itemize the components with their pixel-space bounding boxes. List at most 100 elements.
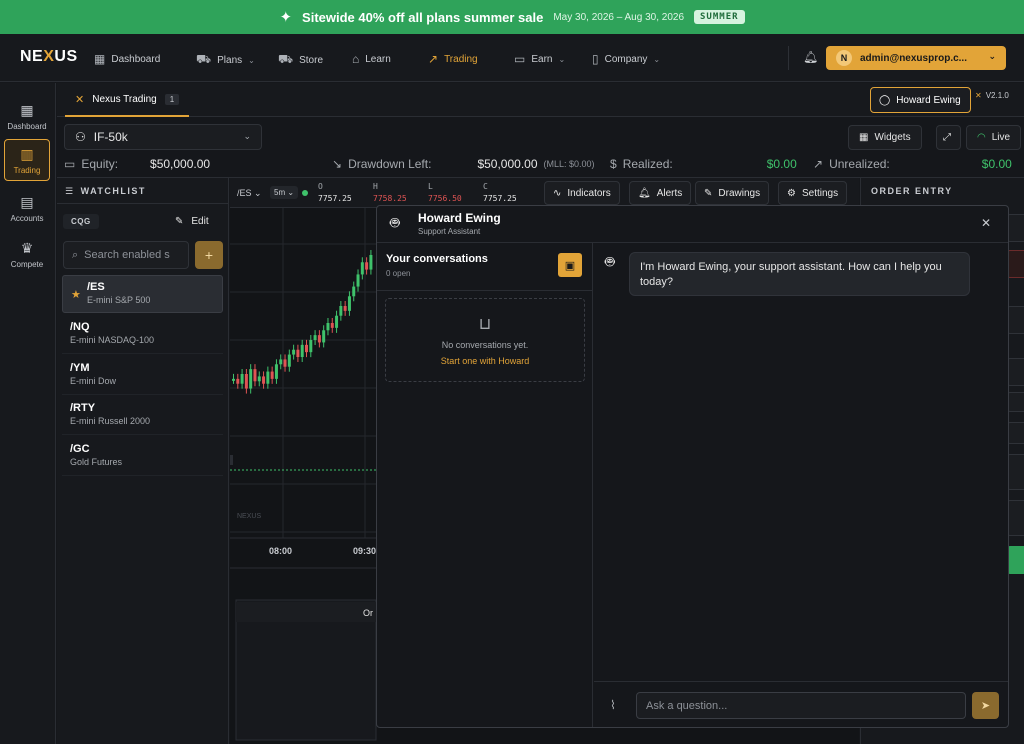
live-status-button[interactable]: ◠ Live (966, 125, 1022, 150)
candle (322, 330, 326, 343)
edit-watchlist-button[interactable]: ✎ Edit (175, 216, 209, 227)
wifi-icon: ◠ (977, 132, 986, 143)
graduation-cap-icon: ⌂ (352, 52, 360, 66)
send-button[interactable]: ➤ (972, 692, 999, 719)
watchlist-search[interactable]: ⌕ Search enabled s (63, 241, 189, 269)
bell-icon: 🔔︎ (638, 187, 651, 199)
candle (257, 376, 261, 382)
widgets-button[interactable]: ▦ Widgets (848, 125, 922, 150)
time-tick-0800: 08:00 (269, 546, 292, 556)
candle (262, 376, 266, 384)
interval-selector[interactable]: 5m ⌄ (270, 186, 299, 199)
rail-dashboard[interactable]: ▦ Dashboard (4, 95, 50, 137)
star-icon[interactable]: ★ (71, 288, 81, 301)
inbox-icon: ⊔ (478, 316, 492, 333)
candle (339, 306, 343, 316)
chevron-down-icon: ⌄ (653, 54, 661, 64)
nav-store[interactable]: ⛟ Store (278, 52, 323, 68)
chat-header: 🤖︎ Howard Ewing Support Assistant ✕ (377, 206, 1008, 243)
candle (274, 364, 278, 379)
nav-earn[interactable]: ▭ Earn ⌄ (514, 52, 565, 66)
tab-nexus-trading[interactable]: ✕ Nexus Trading 1 (65, 83, 190, 117)
chevron-down-icon: ⌄ (988, 51, 996, 61)
alerts-button[interactable]: 🔔︎ Alerts (629, 181, 692, 205)
conversations-pane: Your conversations 0 open ▣ ⊔ No convers… (377, 243, 593, 727)
nav-plans[interactable]: ⛟ Plans ⌄ (196, 52, 255, 68)
nav-learn[interactable]: ⌂ Learn (352, 52, 391, 66)
nav-company[interactable]: ▯ Company ⌄ (592, 52, 660, 66)
chart-watermark: NEXUS (237, 513, 261, 520)
live-dot (302, 190, 308, 196)
watchlist-item[interactable]: /YM E-mini Dow (62, 357, 223, 395)
ohlc-open: O 7757.25 (318, 182, 352, 203)
candle (300, 344, 304, 357)
bar-chart-icon: ▥ (20, 145, 34, 162)
search-placeholder: Search enabled s (84, 249, 170, 261)
nexus-logo[interactable]: NEXUS (20, 48, 78, 66)
users-icon: ⚇ (75, 130, 86, 144)
start-conversation-link[interactable]: Start one with Howard (441, 356, 530, 366)
candle (266, 371, 270, 384)
trend-up-icon: ↗ (428, 52, 439, 66)
send-icon: ➤ (980, 700, 991, 712)
trading-icon: ✕ (75, 93, 85, 106)
cart-icon: ⛟ (196, 52, 212, 66)
indicators-button[interactable]: ∿ Indicators (544, 181, 620, 205)
rail-accounts[interactable]: ▤ Accounts (4, 187, 50, 229)
watchlist-item[interactable]: /NQ E-mini NASDAQ-100 (62, 316, 223, 354)
question-input[interactable] (636, 692, 966, 719)
pencil-icon: ✎ (175, 216, 184, 227)
watchlist-item[interactable]: /GC Gold Futures (62, 438, 223, 476)
realized-stat: $ Realized: $0.00 (610, 157, 797, 171)
watchlist-item[interactable]: ★ /ES E-mini S&P 500 (62, 275, 223, 313)
candle (270, 371, 274, 379)
gear-icon: ⚙ (787, 187, 796, 199)
candle (279, 359, 283, 365)
assistant-avatar-icon: 🤖︎ (390, 215, 400, 232)
dollar-icon: $ (610, 157, 617, 171)
add-symbol-button[interactable]: + (195, 241, 223, 269)
candle (240, 374, 244, 384)
feed-badge[interactable]: CQG (63, 214, 99, 229)
drawdown-stat: ↘ Drawdown Left: $50,000.00 (MLL: $0.00) (332, 157, 595, 171)
trend-up-icon: ↗ (813, 157, 824, 171)
bell-icon[interactable]: 🔔︎ (803, 50, 818, 64)
message-plus-icon: ▣ (564, 259, 576, 272)
candle (343, 306, 347, 311)
candle (309, 340, 313, 353)
nav-trading[interactable]: ↗ Trading (428, 52, 478, 66)
candle (296, 349, 300, 357)
candle (326, 323, 330, 331)
rail-trading[interactable]: ▥ Trading (4, 139, 50, 181)
candle (292, 349, 296, 355)
expand-button[interactable]: ⤢ (936, 125, 961, 150)
chart-symbol[interactable]: /ES ⌄ (237, 188, 262, 199)
user-menu-button[interactable]: N admin@nexusprop.c... ⌄ (826, 46, 1006, 70)
account-selector[interactable]: ⚇ IF-50k ⌄ (64, 124, 262, 150)
watchlist-title: ☰ WATCHLIST (65, 186, 146, 196)
promo-code-badge[interactable]: SUMMER (694, 10, 745, 24)
watchlist-item[interactable]: /RTY E-mini Russell 2000 (62, 397, 223, 435)
support-chat-button[interactable]: ◯ Howard Ewing (870, 87, 971, 113)
close-icon[interactable]: ✕ (981, 216, 991, 230)
wallet-icon: ▤ (20, 193, 34, 210)
candle (335, 315, 339, 328)
order-entry-title: ORDER ENTRY (871, 186, 953, 196)
paperclip-icon[interactable]: ⌇ (610, 698, 616, 712)
assistant-role: Support Assistant (418, 227, 481, 236)
candle (360, 262, 364, 275)
new-conversation-button[interactable]: ▣ (558, 253, 582, 277)
wallet-icon: ▭ (514, 52, 526, 66)
promo-title: Sitewide 40% off all plans summer sale (302, 9, 544, 25)
book-icon: ▯ (592, 52, 599, 66)
rail-compete[interactable]: ♛ Compete (4, 233, 50, 275)
ohlc-high: H 7758.25 (373, 182, 407, 203)
drawings-button[interactable]: ✎ Drawings (695, 181, 770, 205)
candles (232, 250, 373, 394)
pencil-icon: ✎ (704, 187, 713, 199)
nav-dashboard[interactable]: ▦ Dashboard (94, 52, 160, 66)
list-icon: ☰ (65, 186, 75, 196)
chevron-down-icon: ⌄ (248, 55, 255, 65)
unrealized-stat: ↗ Unrealized: $0.00 (813, 157, 1012, 171)
settings-button[interactable]: ⚙ Settings (778, 181, 848, 205)
